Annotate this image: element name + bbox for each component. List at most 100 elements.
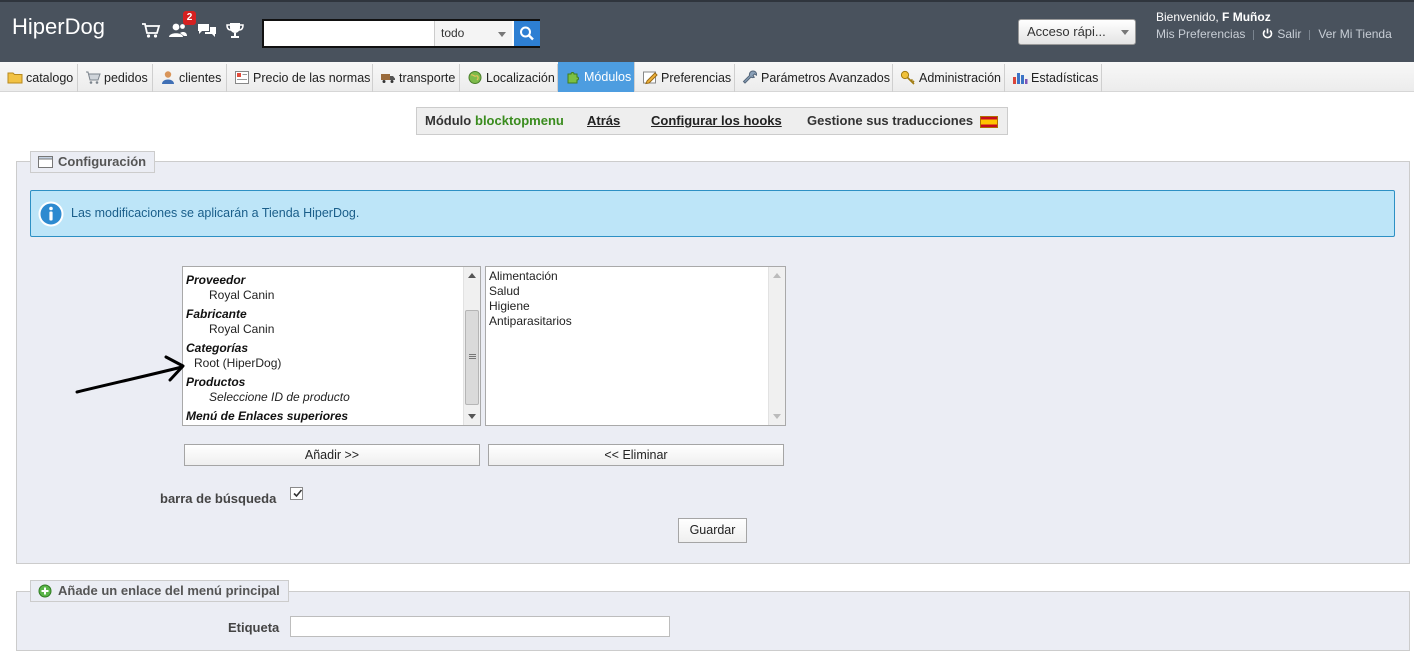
scrollbar[interactable] (768, 267, 785, 425)
list-option[interactable]: Antiparasitarios (489, 314, 572, 328)
tab-catalogo[interactable]: catalogo (0, 64, 78, 92)
module-toolbar: Módulo blocktopmenu Atrás Configurar los… (416, 107, 1008, 135)
tab-estadisticas[interactable]: Estadísticas (1005, 64, 1102, 92)
window-icon (38, 156, 53, 168)
tab-label: Localización (486, 71, 555, 85)
tab-modulos[interactable]: Módulos (558, 62, 635, 92)
logout-link[interactable]: Salir (1277, 27, 1301, 41)
checkmark-icon (293, 489, 303, 498)
folder-icon (7, 72, 23, 84)
quick-access-label: Acceso rápi... (1027, 24, 1106, 39)
add-link-legend: Añade un enlace del menú principal (30, 580, 289, 602)
wrench-icon (742, 70, 758, 84)
trophy-icon[interactable] (225, 21, 245, 39)
scrollbar-thumb[interactable] (465, 310, 479, 405)
list-option[interactable]: Root (HiperDog) (194, 356, 281, 370)
tab-label: pedidos (104, 71, 148, 85)
cart-icon (86, 71, 101, 84)
key-icon (900, 70, 915, 85)
search-input[interactable] (264, 21, 432, 46)
label-input[interactable] (290, 616, 670, 637)
tab-label: Administración (919, 71, 1001, 85)
info-icon (38, 201, 64, 227)
list-option[interactable]: Fabricante (186, 307, 247, 321)
view-shop-link[interactable]: Ver Mi Tienda (1318, 27, 1391, 41)
tab-label: Preferencias (661, 71, 732, 85)
search-bar-label: barra de búsqueda (160, 491, 277, 506)
manage-translations-link[interactable]: Gestione sus traducciones (807, 108, 973, 134)
chevron-down-icon (1121, 30, 1129, 35)
search-scope-value: todo (441, 26, 465, 40)
list-option[interactable]: Higiene (489, 299, 530, 313)
configure-hooks-link[interactable]: Configurar los hooks (651, 108, 782, 134)
quick-access-select[interactable]: Acceso rápi... (1018, 19, 1136, 45)
legend-text: Añade un enlace del menú principal (58, 583, 280, 598)
back-link[interactable]: Atrás (587, 108, 620, 134)
list-option[interactable]: Productos (186, 375, 245, 389)
save-button[interactable]: Guardar (678, 518, 747, 543)
list-option[interactable]: Salud (489, 284, 520, 298)
list-option[interactable]: Proveedor (186, 273, 245, 287)
search-scope-select[interactable]: todo (434, 21, 512, 46)
welcome-prefix: Bienvenido, (1156, 10, 1223, 24)
tab-pedidos[interactable]: pedidos (78, 64, 153, 92)
price-rules-icon (235, 71, 249, 84)
scroll-up-icon[interactable] (468, 273, 476, 278)
search-box: todo (262, 19, 540, 48)
scrollbar[interactable] (463, 267, 480, 425)
tab-parametros-avanzados[interactable]: Parámetros Avanzados (735, 64, 893, 92)
shop-name[interactable]: HiperDog (12, 14, 105, 40)
tab-administracion[interactable]: Administración (893, 64, 1005, 92)
scroll-down-icon[interactable] (468, 414, 476, 419)
info-text: Las modificaciones se aplicarán a Tienda… (71, 206, 360, 220)
my-preferences-link[interactable]: Mis Preferencias (1156, 27, 1245, 41)
tab-label: catalogo (26, 71, 74, 85)
configuration-legend: Configuración (30, 151, 156, 173)
globe-icon (468, 71, 482, 84)
list-option[interactable]: Categorías (186, 341, 248, 355)
puzzle-icon (567, 72, 579, 84)
scroll-up-icon[interactable] (773, 273, 781, 278)
info-message: Las modificaciones se aplicarán a Tienda… (30, 190, 1395, 237)
tab-label: Precio de las normas (253, 71, 371, 85)
stats-icon (1013, 73, 1028, 84)
tab-label: clientes (179, 71, 222, 85)
scroll-down-icon[interactable] (773, 414, 781, 419)
tab-label: transporte (399, 71, 456, 85)
main-tabs: catalogo pedidos clientes Precio de las … (0, 62, 1414, 92)
tab-preferencias[interactable]: Preferencias (635, 64, 735, 92)
search-icon (520, 26, 534, 41)
tab-localizacion[interactable]: Localización (460, 64, 558, 92)
tab-clientes[interactable]: clientes (153, 64, 227, 92)
selected-items-list[interactable]: Alimentación Salud Higiene Antiparasitar… (485, 266, 786, 426)
tab-label: Módulos (584, 70, 632, 84)
tab-transporte[interactable]: transporte (373, 64, 460, 92)
add-button[interactable]: Añadir >> (184, 444, 480, 466)
welcome-text: Bienvenido, F Muñoz (1156, 10, 1271, 24)
user-name: F Muñoz (1222, 10, 1271, 24)
power-icon[interactable] (1262, 28, 1273, 39)
list-option[interactable]: Alimentación (489, 269, 558, 283)
spain-flag-icon[interactable] (980, 116, 998, 128)
list-option[interactable]: Seleccione ID de producto (209, 390, 350, 404)
module-name: blocktopmenu (475, 113, 564, 128)
tab-label: Estadísticas (1031, 71, 1099, 85)
legend-text: Configuración (58, 154, 147, 169)
messages-icon[interactable] (197, 21, 217, 39)
remove-button[interactable]: << Eliminar (488, 444, 784, 466)
cart-icon[interactable] (141, 21, 161, 39)
notification-badge: 2 (183, 11, 196, 25)
add-icon (38, 584, 52, 598)
search-bar-checkbox[interactable] (290, 487, 303, 500)
preferences-icon (643, 71, 658, 85)
tab-precio-normas[interactable]: Precio de las normas (227, 64, 373, 92)
tab-label: Parámetros Avanzados (761, 71, 891, 85)
user-icon (162, 71, 174, 84)
list-option[interactable]: Menú de Enlaces superiores (186, 409, 348, 423)
available-items-list[interactable]: Proveedor Royal Canin Fabricante Royal C… (182, 266, 481, 426)
search-button[interactable] (514, 21, 540, 46)
top-header: HiperDog 2 todo Acceso rápi... Bienvenid… (0, 0, 1414, 62)
list-option[interactable]: Royal Canin (209, 288, 274, 302)
arrow-annotation-icon (75, 355, 185, 394)
list-option[interactable]: Royal Canin (209, 322, 274, 336)
